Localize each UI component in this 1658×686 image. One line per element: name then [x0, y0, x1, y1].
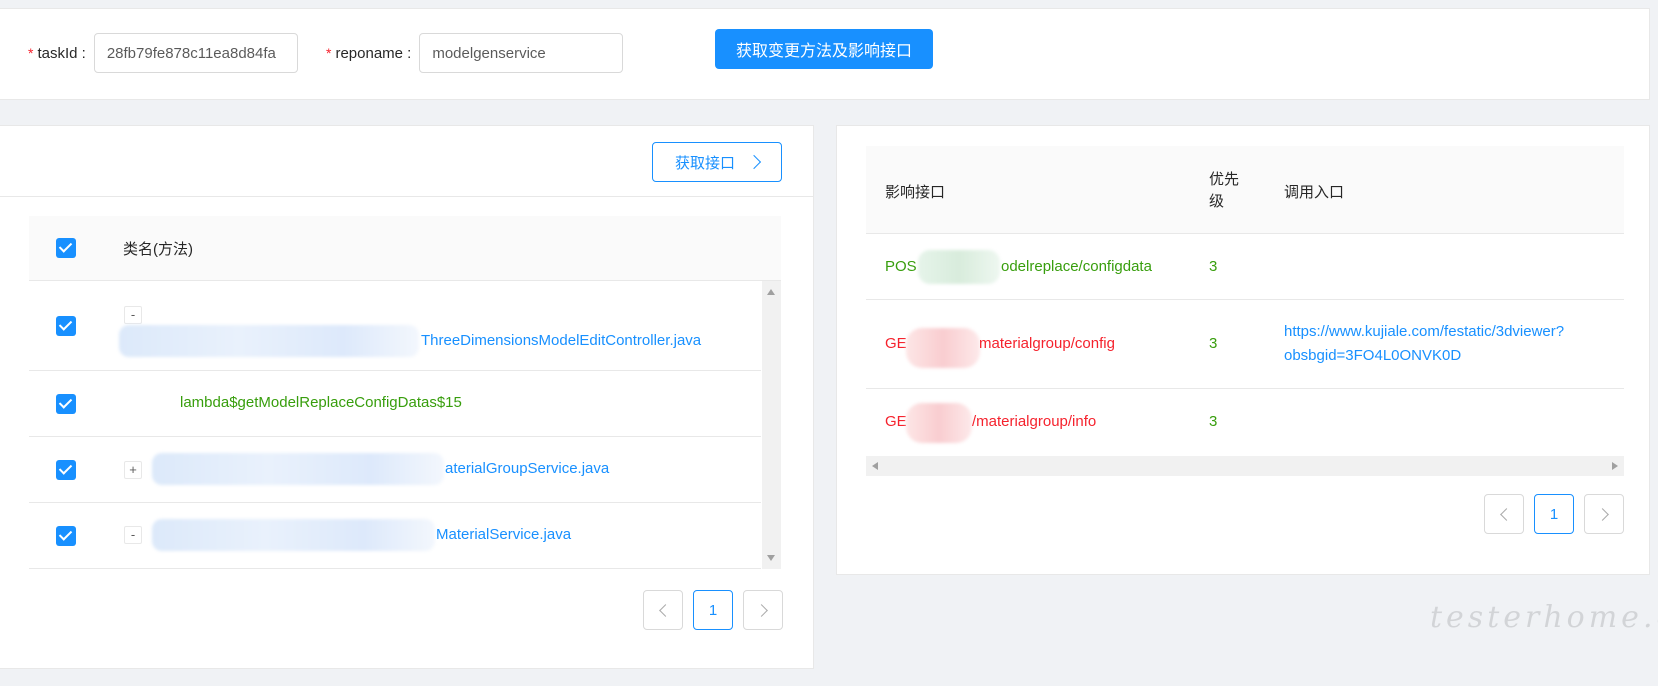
taskid-input[interactable]: 28fb79fe878c11ea8d84fa — [93, 33, 298, 73]
scroll-down-arrow-icon[interactable] — [767, 555, 775, 561]
changed-methods-panel: 获取接口 类名(方法) - ThreeDimensionsModelEditCo… — [0, 125, 814, 669]
table-header: 影响接口 优先级 调用入口 — [866, 146, 1624, 234]
chevron-right-icon — [746, 154, 762, 170]
redacted-text — [119, 325, 419, 357]
get-changed-methods-button[interactable]: 获取变更方法及影响接口 — [715, 29, 933, 69]
table-header: 类名(方法) — [29, 216, 781, 281]
chevron-left-icon — [1499, 507, 1513, 521]
reponame-input[interactable]: modelgenservice — [419, 33, 624, 73]
vertical-scrollbar[interactable] — [762, 281, 781, 569]
reponame-label: reponame : — [335, 44, 412, 62]
entry-url-link[interactable]: https://www.kujiale.com/festatic/3dviewe… — [1284, 323, 1564, 340]
redacted-text — [152, 453, 444, 485]
page-1-button[interactable]: 1 — [1534, 494, 1574, 534]
select-all-checkbox[interactable] — [56, 238, 76, 258]
row-checkbox[interactable] — [56, 316, 76, 336]
redacted-text — [906, 328, 980, 368]
redacted-text — [906, 403, 972, 443]
horizontal-scrollbar[interactable] — [866, 456, 1624, 476]
scroll-up-arrow-icon[interactable] — [767, 289, 775, 295]
collapse-icon[interactable]: - — [124, 306, 142, 324]
chevron-left-icon — [658, 603, 672, 617]
expand-icon[interactable]: + — [124, 461, 142, 479]
api-method-prefix: GE — [885, 413, 907, 430]
redacted-text — [152, 519, 435, 551]
affected-apis-panel: 影响接口 优先级 调用入口 POS odelreplace/configdata… — [836, 125, 1650, 575]
class-name-link[interactable]: MaterialService.java — [436, 526, 571, 543]
api-path: materialgroup/config — [979, 335, 1115, 352]
required-mark: * — [28, 45, 34, 61]
table-row: lambda$getModelReplaceConfigDatas$15 — [29, 371, 761, 437]
reponame-form-item: * reponame : modelgenservice — [326, 33, 624, 73]
priority-value: 3 — [1209, 258, 1218, 275]
methods-tree-table: 类名(方法) - ThreeDimensionsModelEditControl… — [29, 216, 781, 569]
page-1-button[interactable]: 1 — [693, 590, 733, 630]
table-row: GE materialgroup/config 3 https://www.ku… — [866, 300, 1624, 389]
entry-url-link-continued[interactable]: obsbgid=3FO4L0ONVK0D — [1284, 347, 1461, 364]
class-name-link[interactable]: ThreeDimensionsModelEditController.java — [421, 332, 701, 349]
api-method-prefix: POS — [885, 258, 917, 275]
panel-header: 获取接口 — [0, 126, 813, 197]
priority-value: 3 — [1209, 335, 1218, 352]
prev-page-button[interactable] — [1484, 494, 1524, 534]
column-header-priority: 优先级 — [1209, 171, 1240, 210]
collapse-icon[interactable]: - — [124, 526, 142, 544]
table-row: - MaterialService.java — [29, 503, 761, 569]
table-row: - ThreeDimensionsModelEditController.jav… — [29, 281, 761, 371]
chevron-right-icon — [1595, 507, 1609, 521]
redacted-text — [918, 250, 1000, 284]
affected-apis-table: 影响接口 优先级 调用入口 POS odelreplace/configdata… — [866, 146, 1624, 476]
search-form-panel: * taskId : 28fb79fe878c11ea8d84fa * repo… — [0, 8, 1650, 100]
watermark: testerhome.com — [1430, 600, 1658, 635]
class-name-link[interactable]: aterialGroupService.java — [445, 460, 609, 477]
row-checkbox[interactable] — [56, 460, 76, 480]
row-checkbox[interactable] — [56, 394, 76, 414]
taskid-form-item: * taskId : 28fb79fe878c11ea8d84fa — [28, 33, 298, 73]
api-method-prefix: GE — [885, 335, 907, 352]
table-row: GE /materialgroup/info 3 — [866, 389, 1624, 456]
chevron-right-icon — [754, 603, 768, 617]
priority-value: 3 — [1209, 413, 1218, 430]
next-page-button[interactable] — [1584, 494, 1624, 534]
prev-page-button[interactable] — [643, 590, 683, 630]
column-header-classname: 类名(方法) — [123, 241, 193, 258]
table-row: POS odelreplace/configdata 3 — [866, 234, 1624, 300]
api-path: /materialgroup/info — [972, 413, 1097, 430]
column-header-api: 影响接口 — [885, 184, 946, 201]
method-name: lambda$getModelReplaceConfigDatas$15 — [180, 394, 462, 411]
scroll-left-arrow-icon[interactable] — [872, 462, 878, 470]
taskid-label: taskId : — [37, 44, 86, 62]
get-api-label: 获取接口 — [674, 154, 735, 172]
table-row: + aterialGroupService.java — [29, 437, 761, 503]
api-path: odelreplace/configdata — [1001, 258, 1152, 275]
next-page-button[interactable] — [743, 590, 783, 630]
scroll-right-arrow-icon[interactable] — [1612, 462, 1618, 470]
required-mark: * — [326, 45, 332, 61]
column-header-entry: 调用入口 — [1284, 184, 1345, 201]
row-checkbox[interactable] — [56, 526, 76, 546]
get-api-button[interactable]: 获取接口 — [652, 142, 782, 182]
